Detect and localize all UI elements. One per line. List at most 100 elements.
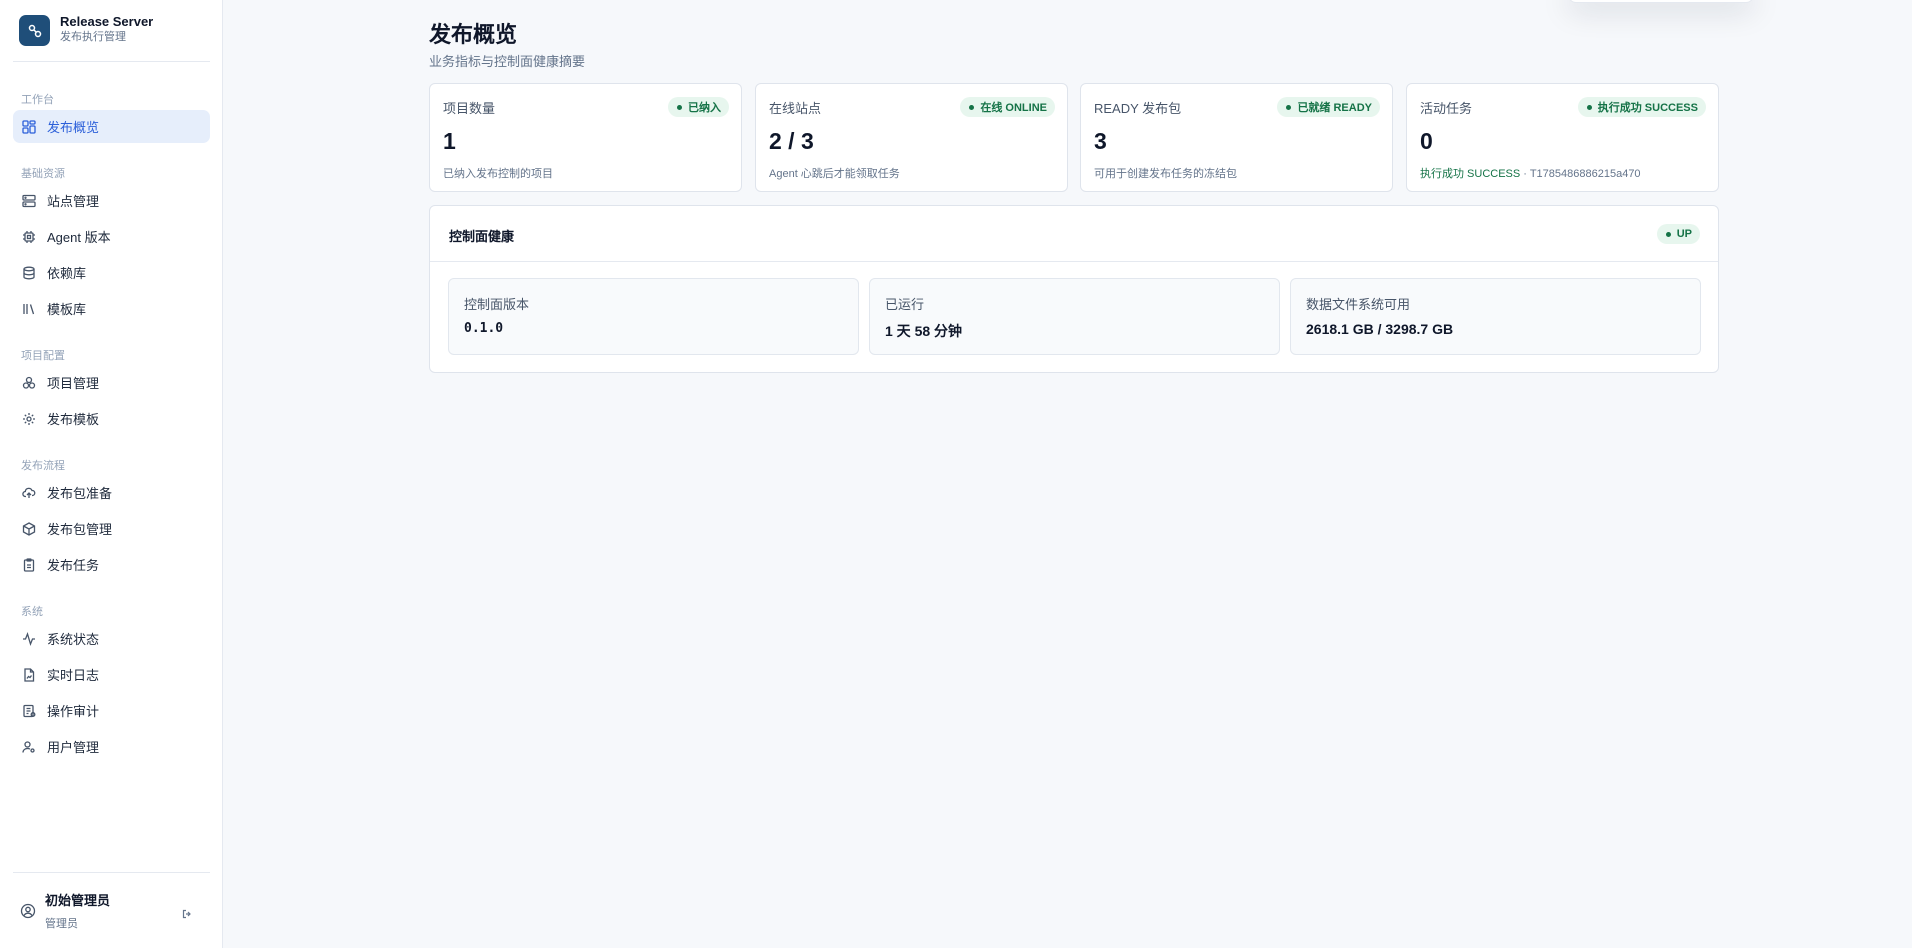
status-badge: 执行成功 SUCCESS: [1577, 97, 1706, 117]
metric-uptime: 已运行 1 天 58 分钟: [869, 278, 1280, 355]
activity-icon: [21, 631, 37, 647]
sidebar-item-label: 发布包准备: [47, 486, 113, 501]
card-label: READY 发布包: [1094, 101, 1182, 116]
brand[interactable]: Release Server 发布执行管理: [13, 12, 210, 62]
sidebar-item-release-templates[interactable]: 发布模板: [13, 402, 210, 435]
chip-icon: [21, 229, 37, 245]
card-description: 已纳入发布控制的项目: [443, 168, 553, 180]
user-name: 初始管理员: [45, 893, 111, 908]
user-profile: 初始管理员 管理员: [13, 872, 210, 936]
card-label: 项目数量: [443, 101, 496, 116]
status-dot-icon: [1586, 104, 1592, 110]
audit-log-icon: [21, 703, 37, 719]
status-dot-icon: [677, 104, 682, 110]
cloud-upload-icon: [21, 485, 37, 501]
clipboard-icon: [21, 557, 37, 573]
control-plane-health-panel: 控制面健康 UP 控制面版本 0.1.0 已运行 1 天 58 分钟 数据文件系…: [429, 205, 1719, 373]
metric-value: 0.1.0: [464, 321, 504, 336]
file-chart-icon: [21, 667, 37, 683]
user-cog-icon: [21, 739, 37, 755]
sidebar-item-users[interactable]: 用户管理: [13, 730, 210, 763]
metric-disk: 数据文件系统可用 2618.1 GB / 3298.7 GB: [1290, 278, 1701, 355]
status-dot-icon: [1665, 231, 1671, 237]
popup-menu-edge: [1568, 0, 1754, 3]
card-description[interactable]: 执行成功 SUCCESS · T1785486886215a470: [1420, 165, 1641, 181]
boxes-icon: [21, 375, 37, 391]
status-dot-icon: [1286, 104, 1292, 110]
sidebar-item-label: 系统状态: [47, 632, 100, 647]
status-badge: 已就绪 READY: [1277, 97, 1380, 117]
task-id: T1785486886215a470: [1529, 168, 1641, 180]
sidebar-item-overview[interactable]: 发布概览: [13, 110, 210, 143]
panel-title: 控制面健康: [449, 229, 515, 244]
sidebar-item-label: 发布模板: [47, 412, 100, 427]
sidebar-item-tasks[interactable]: 发布任务: [13, 548, 210, 581]
nav-group-workbench: 工作台: [21, 94, 54, 106]
card-value: 0: [1420, 128, 1433, 154]
metric-label: 已运行: [885, 297, 925, 312]
brand-subtitle: 发布执行管理: [60, 31, 126, 43]
sidebar-item-status[interactable]: 系统状态: [13, 622, 210, 655]
brand-title: Release Server: [60, 14, 154, 29]
sidebar-item-label: Agent 版本: [47, 230, 111, 245]
card-value: 1: [443, 128, 456, 154]
sidebar-item-label: 站点管理: [47, 194, 100, 209]
card-label: 活动任务: [1420, 101, 1473, 116]
status-badge: 在线 ONLINE: [960, 97, 1055, 117]
user-role: 管理员: [45, 918, 78, 930]
status-badge: 已纳入: [668, 97, 729, 117]
server-icon: [21, 193, 37, 209]
sidebar-item-template-library[interactable]: 模板库: [13, 292, 210, 325]
metric-value: 2618.1 GB / 3298.7 GB: [1306, 321, 1454, 337]
sidebar-item-agent[interactable]: Agent 版本: [13, 220, 210, 253]
gear-icon: [21, 411, 37, 427]
sidebar-item-label: 操作审计: [47, 704, 100, 719]
nav-group-system: 系统: [21, 606, 43, 618]
sidebar-item-deps[interactable]: 依赖库: [13, 256, 210, 289]
card-label: 在线站点: [769, 101, 822, 116]
library-icon: [21, 301, 37, 317]
sidebar-item-label: 发布包管理: [47, 522, 113, 537]
sidebar-item-package-prep[interactable]: 发布包准备: [13, 476, 210, 509]
sidebar-item-label: 模板库: [47, 302, 87, 317]
panel-header: 控制面健康 UP: [430, 206, 1718, 262]
metric-value: 1 天 58 分钟: [885, 323, 963, 339]
nav-group-resources: 基础资源: [21, 168, 65, 180]
stat-card-active-tasks: 活动任务 执行成功 SUCCESS 0 执行成功 SUCCESS · T1785…: [1406, 83, 1719, 192]
card-value: 2 / 3: [769, 128, 814, 154]
nav-group-projects: 项目配置: [21, 350, 65, 362]
sidebar-item-label: 发布任务: [47, 558, 100, 573]
sidebar-item-package-mgmt[interactable]: 发布包管理: [13, 512, 210, 545]
card-description: 可用于创建发布任务的冻结包: [1094, 168, 1237, 180]
sidebar-item-label: 依赖库: [47, 266, 87, 281]
sidebar: Release Server 发布执行管理 工作台 发布概览 基础资源 站点管理…: [0, 0, 223, 948]
task-status: 执行成功 SUCCESS: [1420, 168, 1521, 180]
page-title: 发布概览: [429, 22, 518, 47]
metric-version: 控制面版本 0.1.0: [448, 278, 859, 355]
nav-group-flow: 发布流程: [21, 460, 65, 472]
sidebar-item-projects[interactable]: 项目管理: [13, 366, 210, 399]
status-dot-icon: [969, 104, 975, 110]
user-avatar-icon[interactable]: [20, 903, 36, 919]
metric-label: 数据文件系统可用: [1306, 297, 1411, 312]
sidebar-item-label: 实时日志: [47, 668, 100, 683]
sidebar-item-label: 项目管理: [47, 376, 100, 391]
logout-icon[interactable]: [182, 906, 194, 919]
sidebar-item-audit[interactable]: 操作审计: [13, 694, 210, 727]
page-subtitle: 业务指标与控制面健康摘要: [429, 54, 586, 69]
card-value: 3: [1094, 128, 1107, 154]
stat-card-projects: 项目数量 已纳入 1 已纳入发布控制的项目: [429, 83, 742, 192]
health-status-badge: UP: [1656, 224, 1700, 244]
card-description: Agent 心跳后才能领取任务: [769, 168, 900, 180]
stat-card-ready-packages: READY 发布包 已就绪 READY 3 可用于创建发布任务的冻结包: [1080, 83, 1393, 192]
database-icon: [21, 265, 37, 281]
stat-card-online-sites: 在线站点 在线 ONLINE 2 / 3 Agent 心跳后才能领取任务: [755, 83, 1068, 192]
sidebar-item-label: 用户管理: [47, 740, 100, 755]
dashboard-icon: [21, 119, 37, 135]
sidebar-item-sites[interactable]: 站点管理: [13, 184, 210, 217]
sidebar-item-logs[interactable]: 实时日志: [13, 658, 210, 691]
package-icon: [21, 521, 37, 537]
sidebar-item-label: 发布概览: [47, 120, 100, 135]
metric-label: 控制面版本: [464, 297, 530, 312]
app-logo-icon: [19, 15, 50, 46]
